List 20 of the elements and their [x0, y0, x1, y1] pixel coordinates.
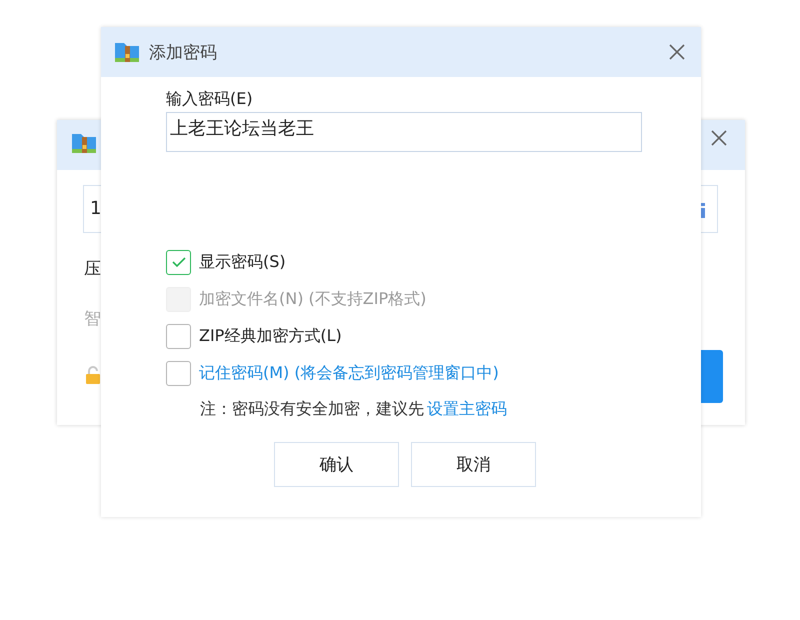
close-icon[interactable] — [667, 42, 687, 62]
checkbox-label: 显示密码(S) — [199, 252, 286, 272]
password-label: 输入密码(E) — [166, 89, 253, 110]
cancel-button[interactable]: 取消 — [411, 442, 536, 487]
checkbox[interactable] — [166, 324, 191, 348]
checkbox-label: 加密文件名(N) (不支持ZIP格式) — [199, 288, 426, 310]
checkbox[interactable] — [166, 360, 191, 386]
info-icon — [699, 200, 707, 220]
label: 智 — [84, 308, 101, 330]
checkbox[interactable] — [166, 250, 191, 274]
password-field[interactable]: 上老王论坛当老王 — [166, 112, 642, 152]
checkbox-link-label[interactable]: 记住密码(M) (将会备忘到密码管理窗口中) — [199, 362, 499, 384]
confirm-button[interactable]: 确认 — [274, 442, 399, 487]
checkbox-label: ZIP经典加密方式(L) — [199, 326, 342, 346]
note-text: 注：密码没有安全加密，建议先 — [200, 399, 424, 418]
set-master-password-link[interactable]: 设置主密码 — [427, 399, 507, 418]
close-icon[interactable] — [709, 128, 729, 148]
lock-icon — [85, 365, 101, 385]
window-title: 添加密码 — [149, 42, 218, 64]
label: 压 — [84, 258, 101, 280]
